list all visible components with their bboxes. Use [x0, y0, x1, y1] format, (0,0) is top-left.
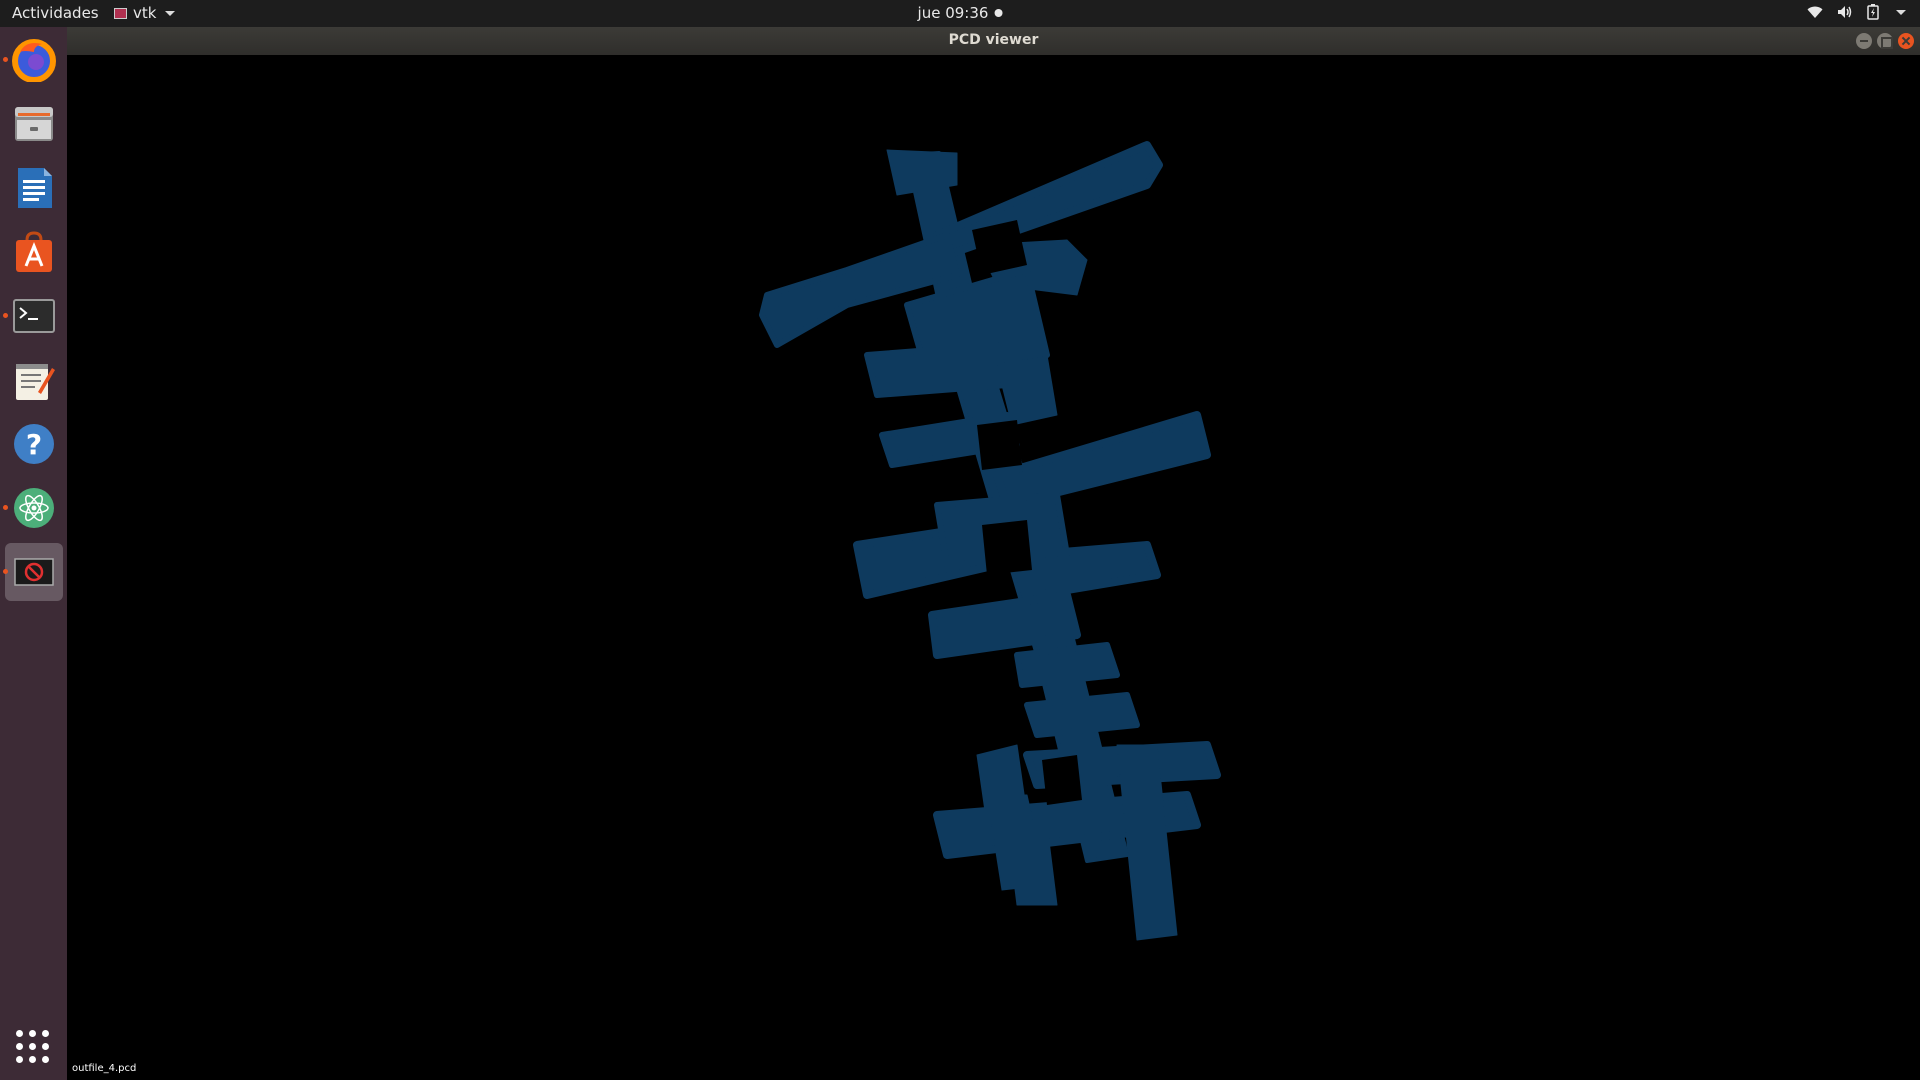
clock[interactable]: jue 09:36	[918, 4, 1003, 22]
dock-item-software[interactable]	[5, 223, 63, 281]
dock-item-pcd-viewer[interactable]	[3, 543, 63, 601]
notification-dot-icon	[994, 9, 1003, 17]
files-icon	[15, 107, 53, 141]
dock-item-firefox[interactable]	[3, 31, 63, 89]
window-title: PCD viewer	[948, 32, 1039, 48]
vtk-window-icon	[14, 558, 54, 586]
render-viewport[interactable]: outfile_4.pcd	[67, 55, 1920, 1080]
system-menu-caret-icon[interactable]	[1896, 9, 1906, 15]
dock-item-atom[interactable]	[3, 479, 63, 537]
atom-icon	[14, 488, 54, 528]
dock-item-writer[interactable]	[5, 159, 63, 217]
window-titlebar[interactable]: PCD viewer	[67, 27, 1920, 55]
text-editor-icon	[16, 364, 55, 400]
terminal-icon	[13, 299, 55, 333]
firefox-icon	[12, 39, 56, 82]
minimize-button[interactable]	[1856, 33, 1872, 49]
wifi-icon[interactable]	[1807, 5, 1823, 19]
maximize-button[interactable]	[1877, 33, 1893, 49]
dock-item-text-editor[interactable]	[5, 351, 63, 409]
app-grid-icon[interactable]	[16, 1030, 50, 1064]
dock-item-files[interactable]	[5, 95, 63, 153]
svg-text:?: ?	[26, 428, 42, 461]
battery-icon[interactable]	[1867, 4, 1879, 20]
point-cloud	[759, 141, 1221, 941]
software-icon	[16, 231, 52, 272]
chevron-down-icon	[165, 10, 176, 16]
system-tray[interactable]	[1807, 4, 1906, 20]
clock-label: jue 09:36	[917, 4, 989, 22]
app-menu-label: vtk	[133, 4, 157, 22]
dock-item-terminal[interactable]	[3, 287, 63, 345]
running-indicator	[3, 505, 8, 510]
activities-button[interactable]: Actividades	[12, 4, 99, 22]
app-menu[interactable]: vtk	[114, 4, 176, 22]
filename-label: outfile_4.pcd	[72, 1063, 137, 1074]
writer-icon	[18, 168, 52, 208]
top-bar: Actividades vtk jue 09:36	[0, 0, 1920, 27]
close-button[interactable]	[1898, 33, 1914, 49]
dock-item-help[interactable]: ?	[5, 415, 63, 473]
running-indicator	[3, 569, 8, 574]
vtk-app-icon	[114, 7, 127, 19]
dock: ?	[0, 27, 67, 1080]
help-icon: ?	[14, 424, 54, 464]
volume-icon[interactable]	[1837, 5, 1853, 19]
pcd-viewer-window: PCD viewer outfile_4.pcd	[67, 27, 1920, 1080]
running-indicator	[3, 57, 8, 62]
running-indicator	[3, 313, 8, 318]
